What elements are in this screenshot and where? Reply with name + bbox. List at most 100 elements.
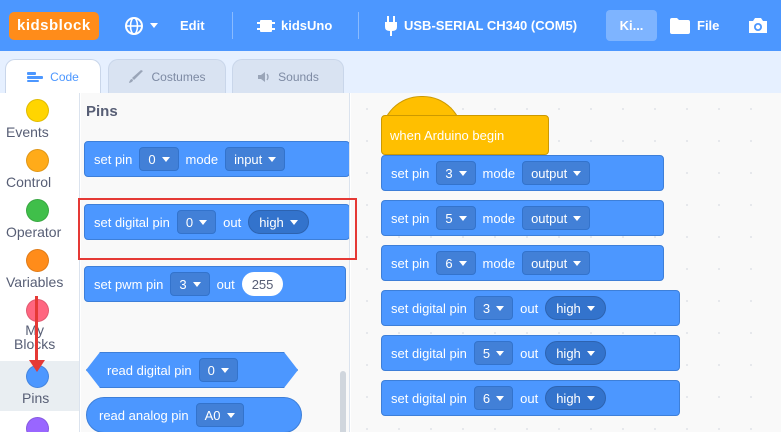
category-variables[interactable]: Variables — [0, 247, 79, 297]
file-menu-label: File — [697, 18, 720, 33]
chevron-down-icon — [496, 350, 505, 356]
category-extra[interactable] — [0, 415, 79, 432]
mode-dropdown[interactable]: output — [522, 161, 591, 185]
pin-dropdown[interactable]: 6 — [473, 386, 514, 410]
script-set-pin-block[interactable]: set pin 6 mode output — [381, 245, 664, 281]
chevron-down-icon — [496, 395, 505, 401]
category-my-blocks[interactable]: My Blocks — [0, 297, 79, 361]
port-menu[interactable]: USB-SERIAL CH340 (COM5) — [384, 0, 577, 51]
pointer-arrow — [35, 296, 38, 364]
screenshot-button[interactable] — [748, 0, 768, 51]
read-analog-pin-block[interactable]: read analog pin A0 — [86, 397, 302, 432]
level-dropdown[interactable]: high — [545, 386, 606, 410]
chevron-down-icon — [458, 170, 467, 176]
script-set-digital-pin-block[interactable]: set digital pin 3 out high — [381, 290, 680, 326]
block-text: mode — [185, 151, 219, 167]
pin-value: 6 — [482, 390, 491, 406]
pin-dropdown[interactable]: 5 — [473, 341, 514, 365]
block-text: mode — [482, 255, 516, 271]
chevron-down-icon — [573, 215, 582, 221]
pin-dropdown[interactable]: A0 — [195, 403, 244, 427]
variables-color-dot — [26, 249, 49, 272]
chevron-down-icon — [226, 412, 235, 418]
menu-separator — [232, 12, 233, 39]
level-dropdown[interactable]: high — [545, 296, 606, 320]
chevron-down-icon — [458, 215, 467, 221]
script-set-pin-block[interactable]: set pin 5 mode output — [381, 200, 664, 236]
set-pwm-pin-block[interactable]: set pwm pin 3 out 255 — [84, 266, 346, 302]
block-text: read analog pin — [99, 407, 189, 423]
read-digital-pin-block[interactable]: read digital pin 0 — [86, 352, 298, 388]
pin-dropdown[interactable]: 3 — [473, 296, 514, 320]
palette-scrollbar[interactable] — [340, 371, 346, 432]
port-label: USB-SERIAL CH340 (COM5) — [404, 18, 578, 33]
mode-dropdown[interactable]: input — [225, 147, 286, 171]
pwm-value-input[interactable]: 255 — [241, 272, 284, 296]
chevron-down-icon — [161, 156, 170, 162]
speaker-icon — [258, 71, 269, 82]
arrow-head-icon — [29, 360, 45, 372]
script-set-digital-pin-block[interactable]: set digital pin 6 out high — [381, 380, 680, 416]
chevron-down-icon — [586, 350, 595, 356]
block-text: mode — [482, 165, 516, 181]
palette-title: Pins — [86, 103, 118, 120]
block-palette: Pins set pin 0 mode input set digital pi… — [81, 93, 350, 432]
pin-dropdown[interactable]: 0 — [139, 147, 179, 171]
pin-value: 3 — [445, 165, 453, 181]
script-set-pin-block[interactable]: set pin 3 mode output — [381, 155, 664, 191]
category-label: Control — [6, 174, 52, 190]
level-dropdown[interactable]: high — [545, 341, 606, 365]
tab-sounds[interactable]: Sounds — [232, 59, 344, 93]
pin-dropdown[interactable]: 5 — [436, 206, 476, 230]
category-operators[interactable]: Operator — [0, 197, 79, 247]
chevron-down-icon — [150, 23, 158, 28]
block-text: set pin — [391, 255, 430, 271]
category-events[interactable]: Events — [0, 97, 79, 147]
editor-tabs: Code Costumes Sounds — [0, 51, 781, 94]
kidsblock-logo[interactable]: kidsblock — [9, 12, 99, 40]
operators-color-dot — [26, 199, 49, 222]
block-text: out — [520, 300, 539, 316]
level-value: high — [556, 300, 581, 316]
menu-separator — [358, 12, 359, 39]
category-control[interactable]: Control — [0, 147, 79, 197]
tab-costumes[interactable]: Costumes — [108, 59, 226, 93]
device-menu[interactable]: kidsUno — [257, 0, 332, 51]
level-value: high — [556, 345, 581, 361]
edit-menu[interactable]: Edit — [180, 0, 205, 51]
block-text: out — [216, 276, 235, 292]
file-menu[interactable]: File — [669, 0, 719, 51]
pin-dropdown[interactable]: 3 — [170, 272, 210, 296]
block-text: set pin — [391, 210, 430, 226]
chevron-down-icon — [496, 305, 505, 311]
tab-code-label: Code — [50, 70, 79, 84]
board-icon — [257, 19, 275, 32]
block-text: set digital pin — [391, 390, 467, 406]
chevron-down-icon — [221, 368, 229, 373]
block-text: set digital pin — [391, 300, 467, 316]
script-set-digital-pin-block[interactable]: set digital pin 5 out high — [381, 335, 680, 371]
pin-value: 0 — [207, 362, 215, 378]
pin-value: 6 — [445, 255, 453, 271]
mode-value: input — [234, 151, 263, 167]
mode-dropdown[interactable]: output — [522, 251, 591, 275]
chevron-down-icon — [586, 395, 595, 401]
mode-value: output — [531, 255, 568, 271]
mode-dropdown[interactable]: output — [522, 206, 591, 230]
level-value: high — [556, 390, 581, 406]
ki-button[interactable]: Ki... — [606, 10, 657, 41]
block-text: set pin — [391, 165, 430, 181]
mode-value: output — [531, 165, 568, 181]
pin-dropdown[interactable]: 0 — [199, 358, 238, 382]
brush-icon — [129, 69, 144, 83]
when-arduino-begin-block[interactable]: when Arduino begin — [381, 115, 549, 155]
language-menu[interactable] — [124, 0, 158, 51]
pin-dropdown[interactable]: 3 — [436, 161, 476, 185]
pin-dropdown[interactable]: 6 — [436, 251, 476, 275]
block-text: set digital pin — [391, 345, 467, 361]
events-color-dot — [26, 99, 49, 122]
code-icon — [27, 72, 44, 82]
tab-code[interactable]: Code — [5, 59, 101, 94]
set-pin-mode-block[interactable]: set pin 0 mode input — [84, 141, 349, 177]
tab-sounds-label: Sounds — [278, 69, 319, 84]
